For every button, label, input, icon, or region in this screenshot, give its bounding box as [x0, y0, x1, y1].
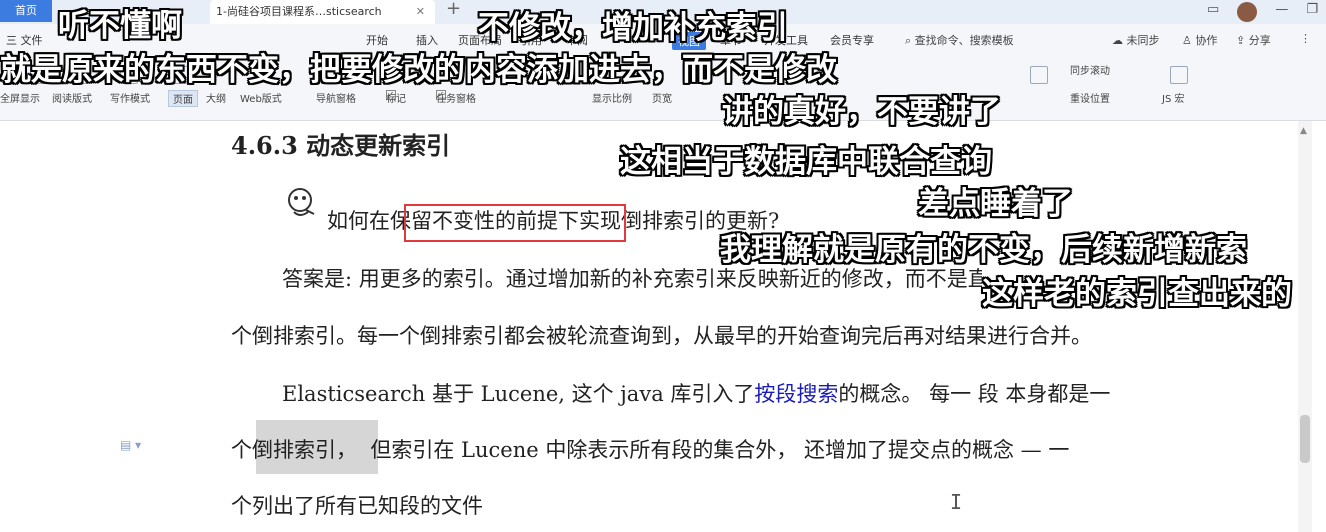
- layout-icon[interactable]: ▭: [1207, 2, 1219, 22]
- segment-line-rest: 但索引在 Lucene 中除表示所有段的集合外， 还增加了提交点的概念 — 一: [370, 438, 1070, 462]
- vertical-scrollbar[interactable]: [1298, 121, 1312, 532]
- more-icon[interactable]: ⋮: [1300, 32, 1311, 45]
- write-mode-button[interactable]: 写作模式: [110, 90, 150, 105]
- es-line-suffix: 的概念。 每一 段 本身都是一: [838, 382, 1111, 406]
- answer-line-2: 个倒排索引。每一个倒排索引都会被轮流查询到，从最早的开始查询完后再对结果进行合并…: [231, 324, 1092, 348]
- last-line: 个列出了所有已知段的文件: [231, 494, 483, 518]
- es-line: Elasticsearch 基于 Lucene, 这个 java 库引入了按段搜…: [282, 378, 1110, 408]
- segment-search-link[interactable]: 按段搜索: [754, 382, 838, 406]
- search-icon: ⌕: [905, 34, 912, 47]
- sync-scroll-button[interactable]: 同步滚动: [1070, 62, 1110, 77]
- zoom-button[interactable]: 显示比例: [592, 90, 632, 105]
- web-view-button[interactable]: Web版式: [240, 90, 282, 105]
- collab-button[interactable]: ♙ 协作: [1182, 32, 1217, 48]
- tab-document[interactable]: 1-尚硅谷项目课程系…sticsearch ✕: [210, 0, 435, 24]
- search-command-label: 查找命令、搜索模板: [914, 34, 1014, 47]
- minimize-icon[interactable]: —: [1275, 2, 1288, 22]
- danmaku-comment: 这相当于数据库中联合查询: [620, 144, 992, 180]
- danmaku-comment: 听不懂啊: [58, 8, 182, 44]
- avatar[interactable]: [1237, 2, 1258, 22]
- page-view-button[interactable]: 页面: [168, 90, 198, 107]
- outline-button[interactable]: 大纲: [206, 90, 226, 105]
- split-icon: [1030, 66, 1048, 84]
- add-tab-button[interactable]: +: [446, 0, 461, 19]
- sync-label: 未同步: [1126, 34, 1160, 47]
- danmaku-comment: 差点睡着了: [918, 186, 1073, 222]
- red-highlight-box: [404, 204, 626, 242]
- nav-pane-dropdown[interactable]: 导航窗格: [316, 90, 356, 105]
- js-macro-button[interactable]: JS 宏: [1162, 90, 1184, 105]
- segment-line-highlight: 个倒排索引，: [231, 438, 357, 462]
- macro-icon: [1170, 66, 1188, 84]
- thinking-face-icon: [288, 188, 315, 216]
- reset-position-button[interactable]: 重设位置: [1070, 90, 1110, 105]
- section-heading: 4.6.3 动态更新索引: [231, 131, 451, 160]
- user-icon: ♙: [1182, 34, 1192, 47]
- es-line-prefix: Elasticsearch 基于 Lucene, 这个 java 库引入了: [282, 382, 755, 406]
- collab-label: 协作: [1195, 34, 1218, 47]
- danmaku-comment: 不修改，增加补充索引: [478, 10, 788, 46]
- restore-icon[interactable]: ❐: [1306, 2, 1318, 22]
- question-prefix: 如何在: [327, 209, 390, 233]
- tab-home[interactable]: 首页: [0, 0, 52, 22]
- share-icon: ⇪: [1236, 34, 1246, 47]
- danmaku-comment: 这样老的索引查出来的: [982, 276, 1292, 312]
- read-mode-button[interactable]: 阅读版式: [52, 90, 92, 105]
- fullscreen-button[interactable]: 全屏显示: [0, 90, 40, 105]
- scroll-up-icon[interactable]: ▲: [1300, 126, 1307, 136]
- danmaku-comment: 我理解就是原有的不变，后续新增新索: [720, 232, 1247, 268]
- segment-line: 个倒排索引， 但索引在 Lucene 中除表示所有段的集合外， 还增加了提交点的…: [231, 434, 1069, 464]
- scrollbar-thumb[interactable]: [1300, 415, 1310, 463]
- mark-label: 标记: [386, 94, 406, 105]
- cloud-icon: ☁: [1112, 34, 1123, 47]
- pagewidth-button[interactable]: 页宽: [652, 90, 672, 105]
- taskpane-label: 任务窗格: [436, 94, 476, 105]
- search-command[interactable]: ⌕ 查找命令、搜索模板: [905, 32, 1014, 48]
- comment-icon[interactable]: ▤ ▾: [120, 438, 141, 452]
- sync-status[interactable]: ☁ 未同步: [1112, 32, 1160, 48]
- window-controls: ▭ — ❐: [1207, 2, 1318, 22]
- danmaku-comment: 讲的真好，不要讲了: [722, 94, 1001, 130]
- share-label: 分享: [1248, 34, 1271, 47]
- share-button[interactable]: ⇪ 分享: [1236, 32, 1271, 48]
- danmaku-comment: 就是原来的东西不变，把要修改的内容添加进去，而不是修改: [0, 52, 837, 88]
- text-cursor: I: [950, 490, 963, 514]
- close-icon[interactable]: ✕: [416, 0, 425, 24]
- tab-document-title: 1-尚硅谷项目课程系…sticsearch: [216, 5, 382, 18]
